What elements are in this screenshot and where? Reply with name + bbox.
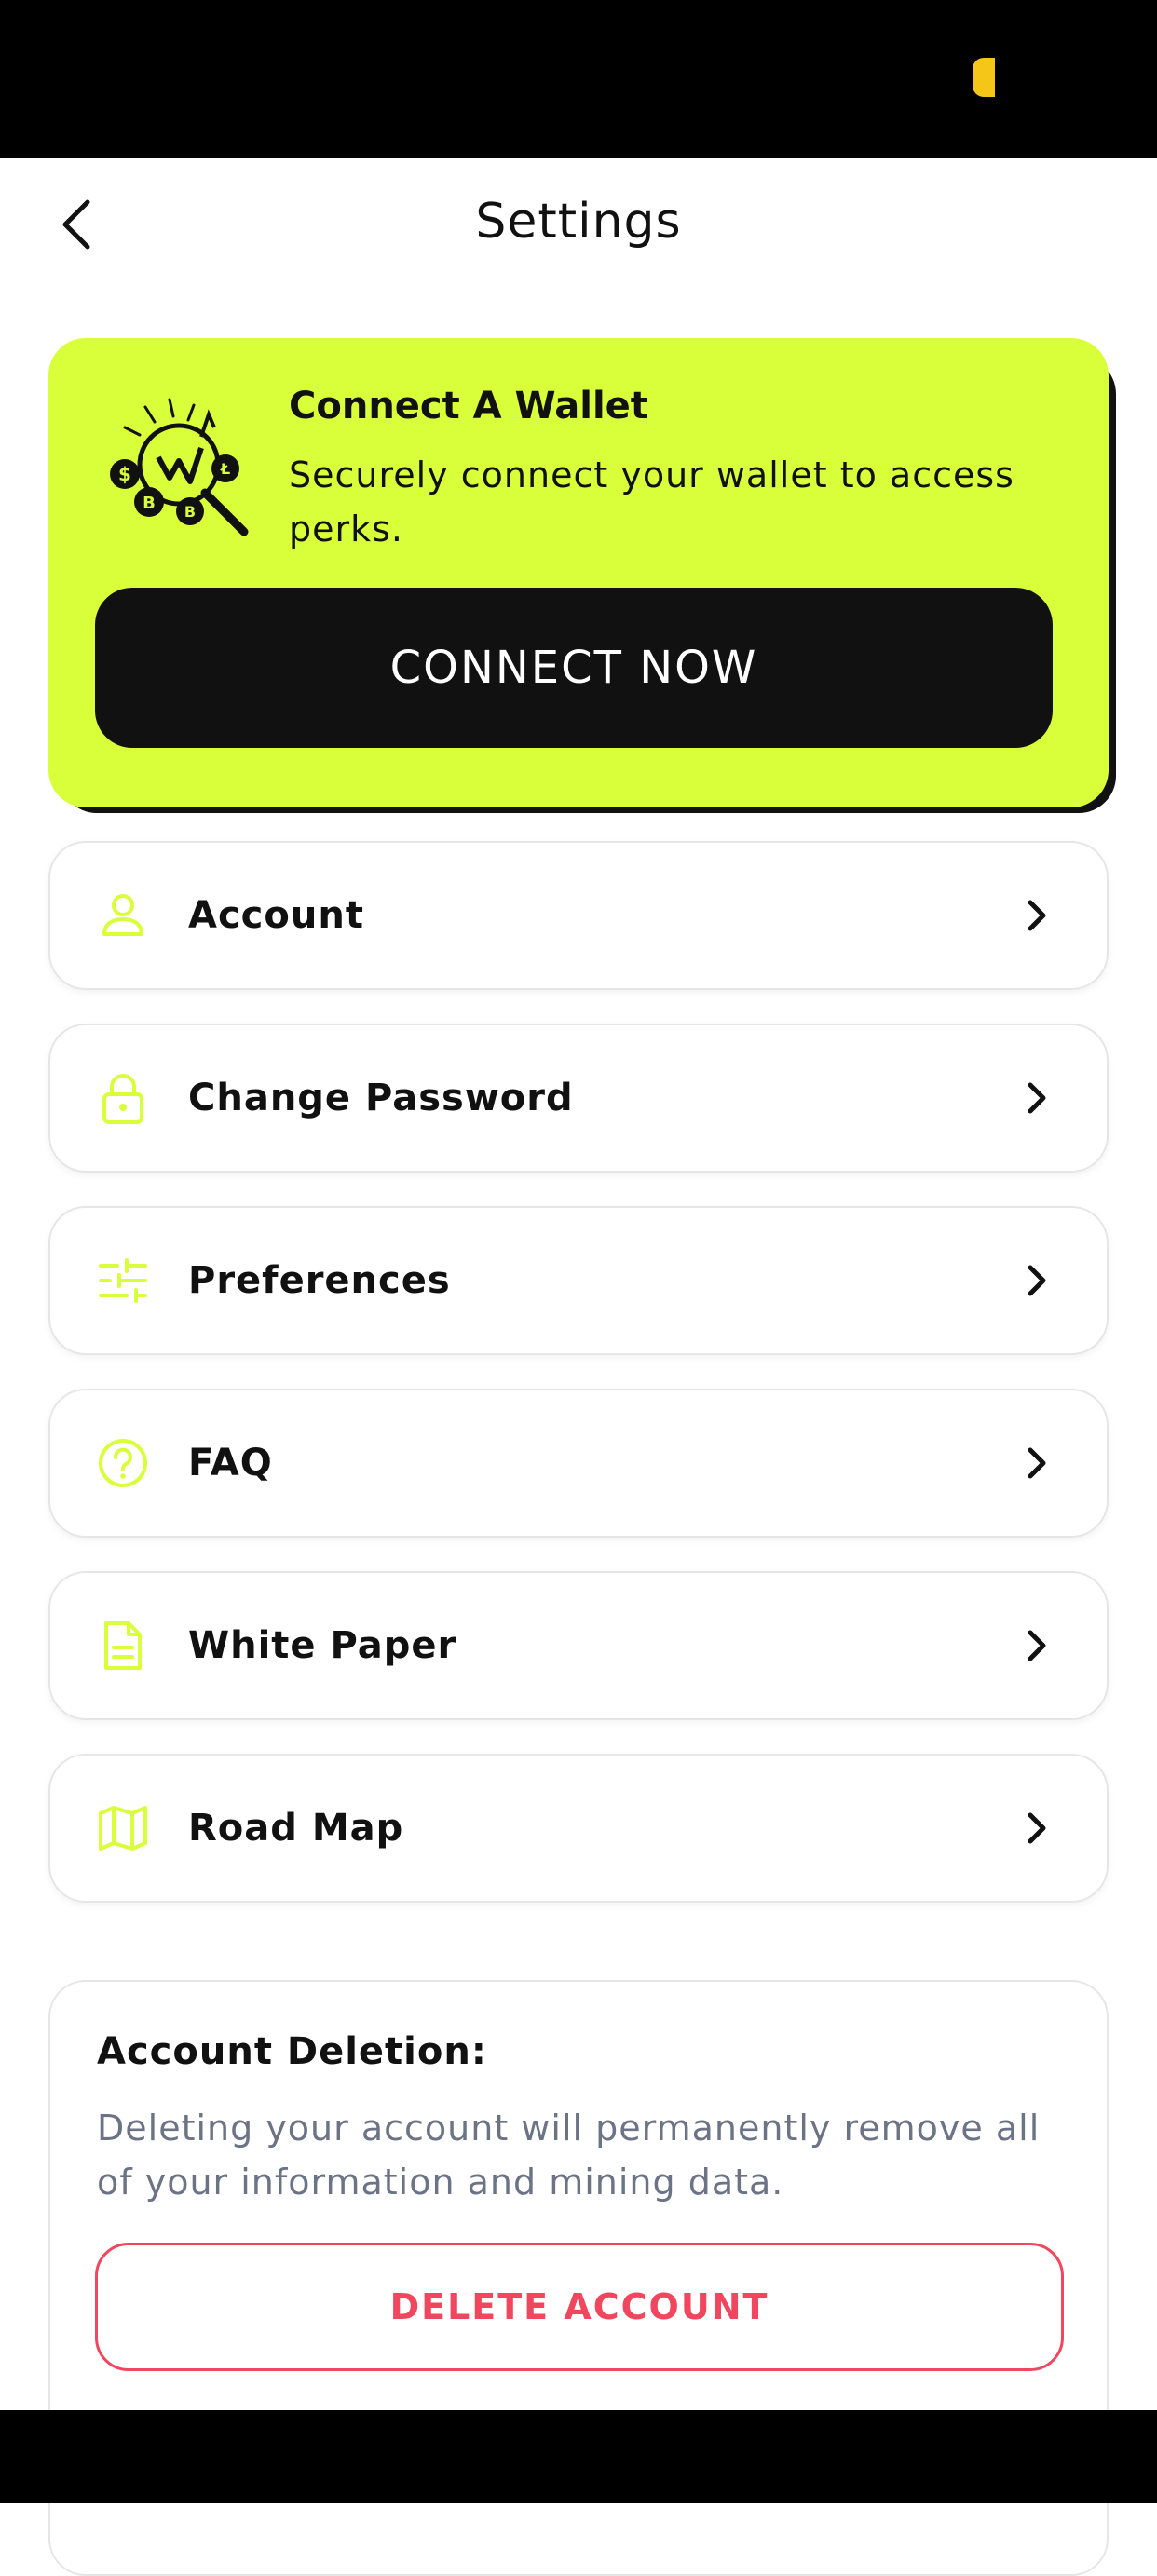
nav-bar: Settings	[0, 158, 1157, 298]
map-icon	[99, 1806, 147, 1851]
menu-item-label: Account	[188, 894, 364, 937]
wallet-title: Connect A Wallet	[289, 385, 648, 427]
svg-text:B: B	[184, 503, 196, 521]
menu-item-preferences[interactable]: Preferences	[48, 1206, 1109, 1355]
crypto-search-illustration-icon: $ B B Ł	[110, 398, 249, 536]
menu-item-label: Preferences	[188, 1259, 451, 1302]
status-indicator	[973, 58, 995, 97]
deletion-description: Deleting your account will permanently r…	[97, 2108, 1041, 2203]
chevron-right-icon	[1028, 1265, 1046, 1296]
chevron-right-icon	[1028, 1082, 1046, 1114]
status-bar	[0, 0, 1157, 158]
menu-item-label: White Paper	[188, 1624, 457, 1667]
menu-item-faq[interactable]: FAQ	[48, 1389, 1109, 1538]
chevron-right-icon	[1028, 1812, 1046, 1844]
svg-text:$: $	[118, 463, 131, 485]
help-circle-icon	[99, 1439, 147, 1487]
chevron-right-icon	[1028, 900, 1046, 931]
menu-item-road-map[interactable]: Road Map	[48, 1754, 1109, 1903]
page-title: Settings	[475, 194, 682, 250]
deletion-title: Account Deletion:	[97, 2030, 487, 2073]
menu-item-white-paper[interactable]: White Paper	[48, 1571, 1109, 1720]
lock-icon	[102, 1074, 143, 1124]
svg-text:Ł: Ł	[220, 460, 230, 478]
home-indicator-bar	[0, 2410, 1157, 2503]
document-icon	[104, 1621, 142, 1670]
menu-item-label: Change Password	[188, 1077, 574, 1119]
svg-text:B: B	[143, 494, 156, 513]
wallet-description: Securely connect your wallet to access p…	[289, 454, 1014, 549]
menu-item-label: Road Map	[188, 1807, 404, 1850]
menu-item-change-password[interactable]: Change Password	[48, 1024, 1109, 1173]
delete-account-button[interactable]: DELETE ACCOUNT	[95, 2243, 1064, 2371]
connect-wallet-card: $ B B Ł Connect A Wallet Securely connec…	[48, 338, 1109, 807]
connect-now-button[interactable]: CONNECT NOW	[95, 588, 1053, 748]
user-icon	[102, 894, 143, 936]
sliders-icon	[99, 1258, 147, 1303]
chevron-right-icon	[1028, 1447, 1046, 1479]
menu-item-label: FAQ	[188, 1442, 273, 1485]
chevron-right-icon	[1028, 1630, 1046, 1661]
menu-item-account[interactable]: Account	[48, 841, 1109, 990]
